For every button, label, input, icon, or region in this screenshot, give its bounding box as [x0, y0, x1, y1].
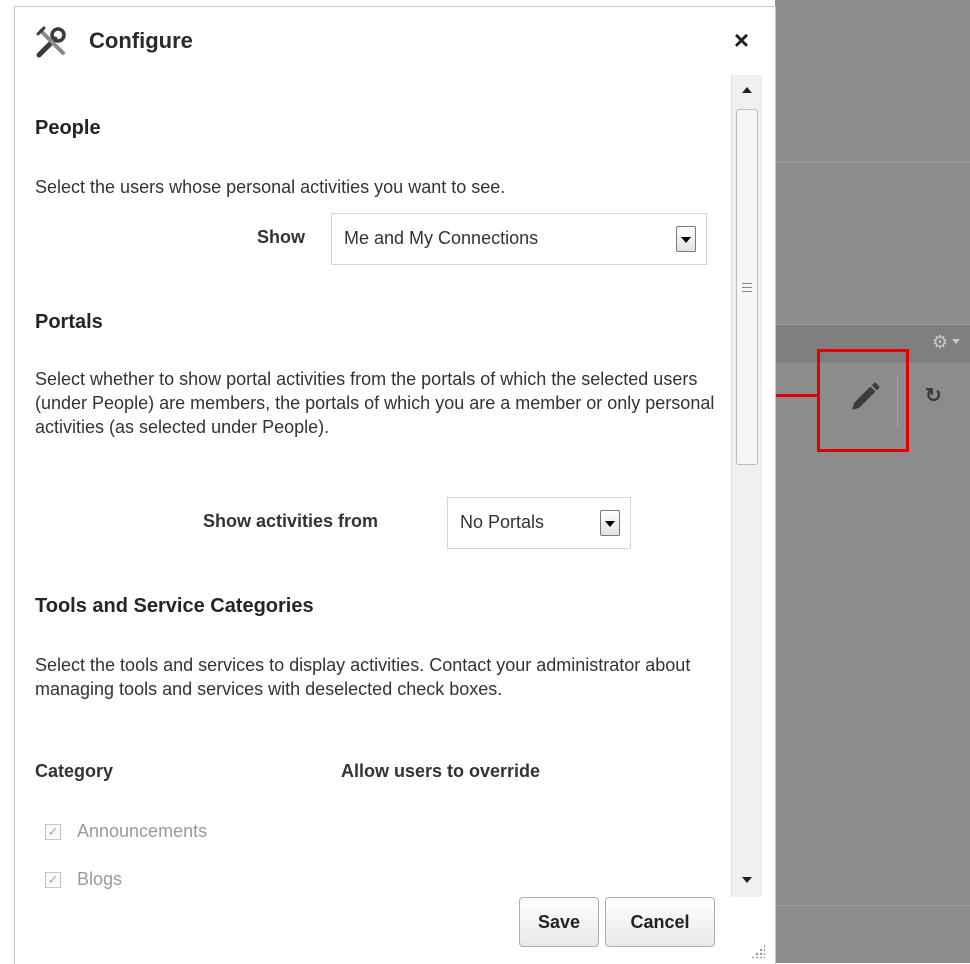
chevron-down-icon[interactable] [952, 339, 960, 344]
people-description: Select the users whose personal activiti… [35, 177, 506, 197]
scrollbar[interactable] [731, 75, 762, 897]
chevron-down-icon[interactable] [676, 226, 696, 252]
portals-heading: Portals [35, 311, 103, 333]
cancel-button[interactable]: Cancel [605, 897, 715, 947]
configure-dialog: Configure × People Select the users whos… [14, 6, 776, 964]
portals-show-select[interactable]: No Portals [447, 497, 631, 549]
background-page: ⚙ ↻ [775, 0, 970, 963]
tools-description: Select the tools and services to display… [35, 655, 691, 699]
chevron-down-icon[interactable] [600, 510, 620, 536]
portals-description: Select whether to show portal activities… [35, 369, 715, 437]
show-label: Show [257, 227, 305, 247]
grip-icon [742, 283, 752, 292]
people-show-select[interactable]: Me and My Connections [331, 213, 707, 265]
override-column-header: Allow users to override [341, 761, 541, 781]
refresh-icon[interactable]: ↻ [925, 386, 942, 406]
checkbox-label: Blogs [77, 869, 123, 889]
pencil-icon[interactable] [848, 380, 882, 414]
callout-highlight [817, 349, 909, 452]
show-activities-label: Show activities from [203, 511, 379, 531]
scroll-down-arrow-icon[interactable] [742, 877, 752, 883]
blogs-checkbox[interactable]: ✓ [45, 872, 61, 888]
scroll-up-arrow-icon[interactable] [742, 87, 752, 93]
category-column-header: Category [35, 761, 114, 781]
divider [775, 162, 970, 163]
tools-icon [36, 26, 66, 58]
gear-icon[interactable]: ⚙ [932, 333, 948, 351]
announcements-checkbox[interactable]: ✓ [45, 824, 61, 840]
save-button[interactable]: Save [519, 897, 599, 947]
checkbox-label: Announcements [77, 821, 208, 841]
select-value: Me and My Connections [344, 228, 539, 248]
people-heading: People [35, 117, 101, 139]
dialog-title: Configure [89, 28, 193, 53]
tools-heading: Tools and Service Categories [35, 595, 314, 617]
select-value: No Portals [460, 512, 545, 532]
scrollbar-thumb[interactable] [736, 109, 758, 465]
dialog-titlebar: Configure × [15, 7, 775, 75]
close-button[interactable]: × [734, 23, 749, 57]
divider [775, 905, 970, 906]
resize-handle[interactable] [751, 944, 765, 958]
